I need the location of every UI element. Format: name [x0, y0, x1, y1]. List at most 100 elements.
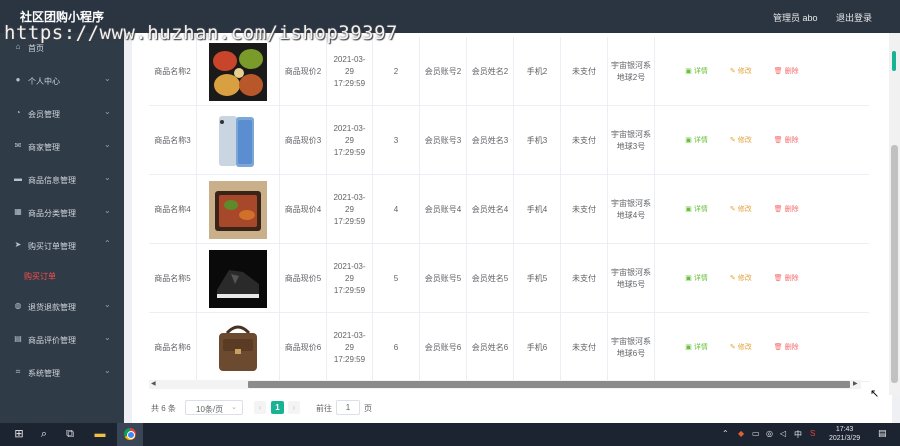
cell-product-name: 商品名称2 [149, 37, 197, 106]
cell-account: 会员账号3 [420, 106, 467, 175]
sidebar-item-label: 商品信息管理 [28, 176, 76, 185]
cell-actions: ▣ 详情 ✎ 修改 🗑 删除 [655, 37, 829, 106]
volume-icon[interactable]: ◁ [780, 429, 786, 438]
sidebar-item-system[interactable]: ⌗ 系统管理 ⌄ [0, 358, 124, 388]
chrome-icon [124, 428, 136, 440]
document-icon: ▣ [685, 67, 692, 75]
network-icon[interactable]: ◎ [766, 429, 773, 438]
cell-image [197, 313, 280, 382]
delete-button[interactable]: 🗑 删除 [774, 273, 799, 285]
sidebar-item-members[interactable]: ◔ 会员管理 ⌄ [0, 99, 124, 129]
edit-button[interactable]: ✎ 修改 [730, 66, 752, 78]
battery-icon: ▭ [752, 429, 760, 438]
sidebar-item-label: 个人中心 [28, 77, 60, 86]
delete-button[interactable]: 🗑 删除 [774, 66, 799, 78]
detail-button[interactable]: ▣ 详情 [685, 135, 708, 147]
sidebar-subitem-purchase-orders[interactable]: 购买订单 [24, 271, 56, 282]
scroll-right-arrow-icon[interactable]: ▶ [853, 380, 858, 389]
delete-button[interactable]: 🗑 删除 [774, 204, 799, 216]
cell-time: 2021-03-29 17:29:59 [327, 106, 373, 175]
sidebar-item-refunds[interactable]: ◍ 退货退款管理 ⌄ [0, 292, 124, 322]
edit-button[interactable]: ✎ 修改 [730, 273, 752, 285]
next-page-button[interactable]: › [288, 401, 300, 414]
scroll-left-arrow-icon[interactable]: ◀ [151, 380, 156, 389]
jump-page-input[interactable]: 1 [336, 400, 360, 415]
antivirus-icon[interactable]: S [810, 429, 815, 438]
system-clock[interactable]: 17:43 2021/3/29 [829, 425, 860, 443]
page-size-select[interactable]: 10条/页 ⌄ [185, 400, 243, 415]
tray-app-icon[interactable]: ◆ [738, 429, 744, 438]
edit-button[interactable]: ✎ 修改 [730, 342, 752, 354]
cell-price: 商品现价2 [280, 37, 327, 106]
sidebar-item-categories[interactable]: ▦ 商品分类管理 ⌄ [0, 198, 124, 228]
pencil-icon: ✎ [729, 67, 736, 75]
delete-button[interactable]: 🗑 删除 [774, 135, 799, 147]
chevron-up-icon: ⌃ [104, 239, 111, 248]
order-table-panel: 商品名称2 商品现价2 2021-03-29 17:29:59 2 会员账号2 … [132, 33, 892, 423]
input-language[interactable]: 中 [794, 429, 802, 440]
detail-button[interactable]: ▣ 详情 [685, 342, 708, 354]
cell-actions: ▣ 详情 ✎ 修改 🗑 删除 [655, 175, 829, 244]
edit-button[interactable]: ✎ 修改 [730, 135, 752, 147]
task-view-icon[interactable]: ⧉ [61, 427, 79, 442]
cell-address: 宇宙银河系地球4号 [608, 175, 655, 244]
table-row: 商品名称5 商品现价5 2021-03-29 17:29:59 5 会员账号5 … [149, 244, 869, 313]
chevron-down-icon: ⌄ [104, 74, 111, 83]
cell-image [197, 37, 280, 106]
document-icon: ▣ [685, 205, 692, 213]
sidebar-item-profile[interactable]: ● 个人中心 ⌄ [0, 66, 124, 96]
chrome-taskbar-button[interactable] [117, 423, 143, 446]
notification-icon[interactable]: ▤ [878, 428, 887, 439]
prev-page-button[interactable]: ‹ [254, 401, 266, 414]
sidebar-item-label: 退货退款管理 [28, 303, 76, 312]
document-icon: ▣ [685, 343, 692, 351]
sidebar-item-merchants[interactable]: ✉ 商家管理 ⌄ [0, 132, 124, 162]
cell-phone: 手机3 [514, 106, 561, 175]
edit-button[interactable]: ✎ 修改 [730, 204, 752, 216]
page-number-current[interactable]: 1 [271, 401, 284, 414]
cell-quantity: 3 [373, 106, 420, 175]
detail-button[interactable]: ▣ 详情 [685, 66, 708, 78]
sidebar-item-reviews[interactable]: ▤ 商品评价管理 ⌄ [0, 325, 124, 355]
search-icon[interactable]: ⌕ [35, 427, 53, 442]
cell-address: 宇宙银河系地球3号 [608, 106, 655, 175]
cell-status: 未支付 [561, 37, 608, 106]
sidebar-item-goods[interactable]: ▬ 商品信息管理 ⌄ [0, 165, 124, 195]
table-row: 商品名称3 商品现价3 2021-03-29 17:29:59 3 会员账号3 … [149, 106, 869, 175]
detail-button[interactable]: ▣ 详情 [685, 273, 708, 285]
cell-account: 会员账号5 [420, 244, 467, 313]
windows-start-icon[interactable]: ⊞ [10, 427, 28, 442]
cell-phone: 手机2 [514, 37, 561, 106]
logout-button[interactable]: 退出登录 [836, 11, 872, 24]
vertical-scrollbar[interactable] [889, 33, 900, 395]
pencil-icon: ✎ [729, 136, 736, 144]
sidebar-item-orders[interactable]: ➤ 购买订单管理 ⌃ [0, 231, 124, 261]
cell-phone: 手机4 [514, 175, 561, 244]
trash-icon: 🗑 [773, 136, 783, 144]
cell-price: 商品现价6 [280, 313, 327, 382]
mail-icon: ✉ [14, 141, 22, 150]
sidebar-item-label: 商品评价管理 [28, 336, 76, 345]
cell-product-name: 商品名称4 [149, 175, 197, 244]
cell-status: 未支付 [561, 106, 608, 175]
detail-button[interactable]: ▣ 详情 [685, 204, 708, 216]
delete-button[interactable]: 🗑 删除 [774, 342, 799, 354]
file-explorer-icon[interactable]: ▬ [91, 427, 109, 442]
cell-product-name: 商品名称5 [149, 244, 197, 313]
cell-product-name: 商品名称3 [149, 106, 197, 175]
horizontal-scroll-thumb[interactable] [248, 381, 850, 388]
cell-quantity: 6 [373, 313, 420, 382]
vertical-scroll-thumb[interactable] [891, 145, 898, 383]
help-circle-icon: ◔ [15, 108, 21, 117]
cell-quantity: 5 [373, 244, 420, 313]
bulb-icon: ◍ [14, 301, 22, 310]
cell-member-name: 会员姓名6 [467, 313, 514, 382]
document-icon: ▣ [685, 274, 692, 282]
table-row: 商品名称4 商品现价4 2021-03-29 17:29:59 4 会员账号4 … [149, 175, 869, 244]
tray-expand-icon[interactable]: ⌃ [722, 429, 729, 438]
cell-address: 宇宙银河系地球6号 [608, 313, 655, 382]
horizontal-scrollbar[interactable]: ◀ ▶ [149, 380, 861, 389]
meal-box-image [209, 180, 267, 239]
chevron-down-icon: ⌄ [104, 333, 111, 342]
chevron-down-icon: ⌄ [104, 300, 111, 309]
